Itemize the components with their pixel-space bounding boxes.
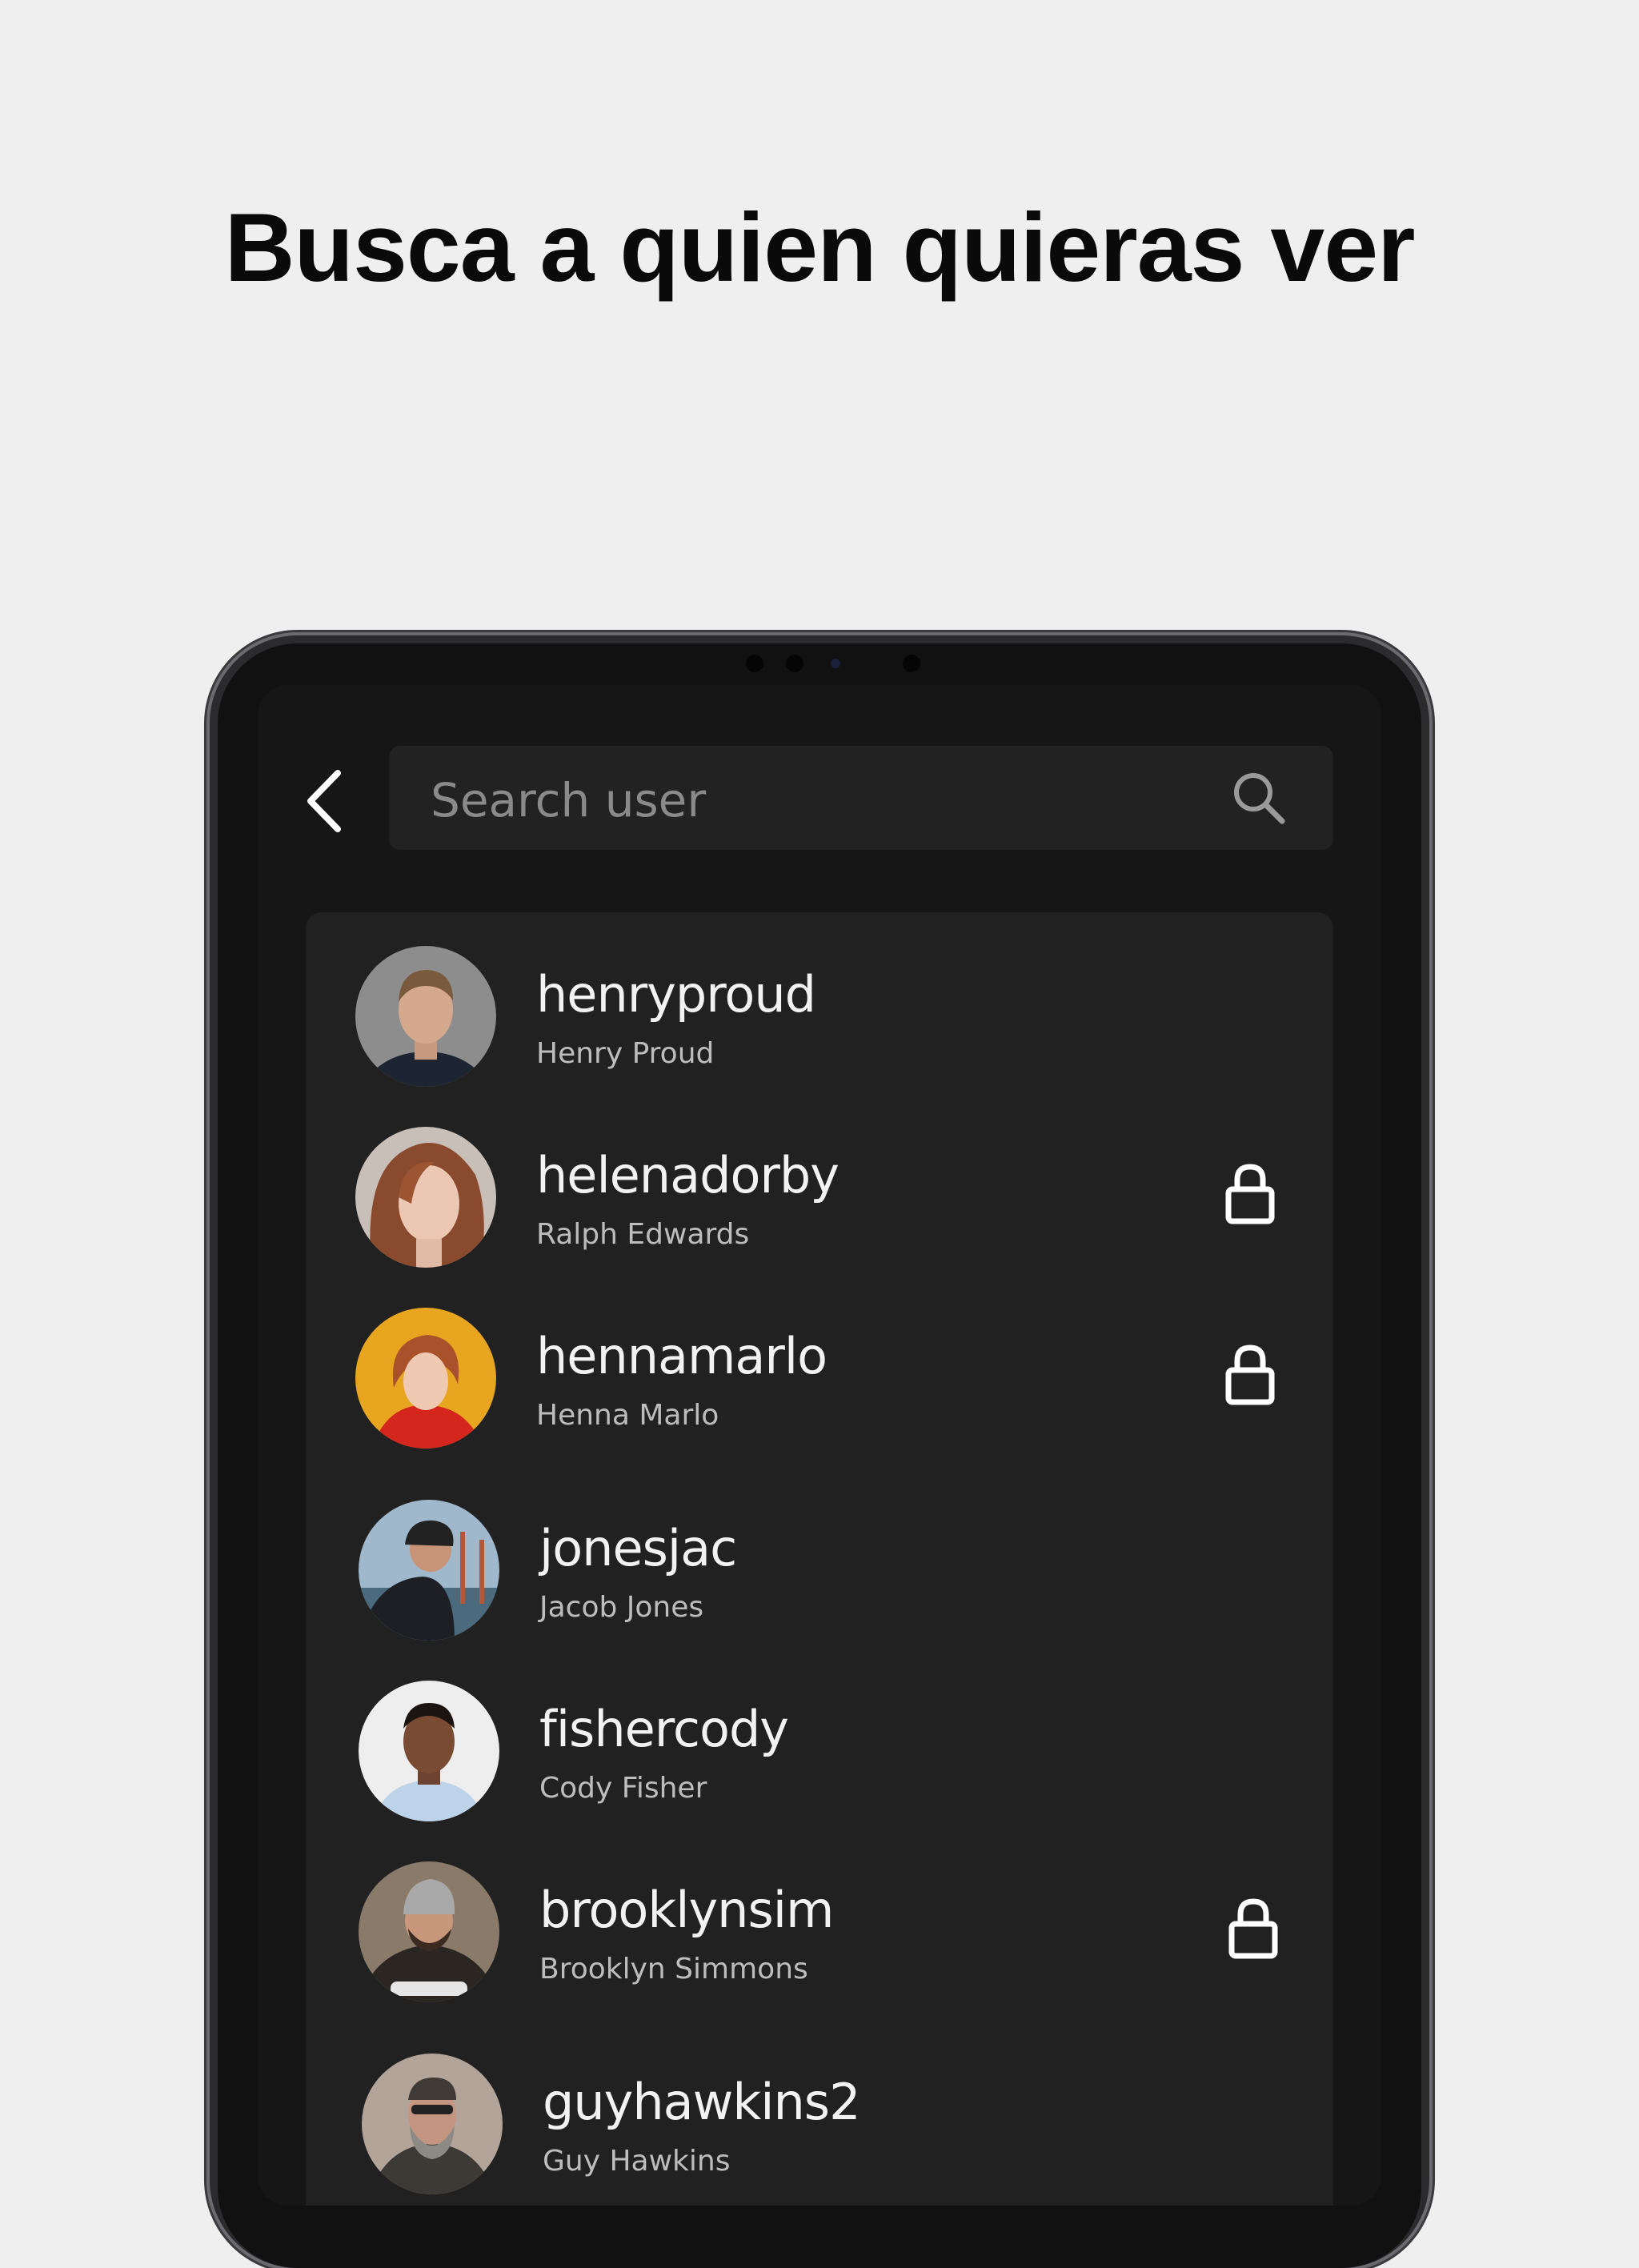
avatar	[355, 1308, 496, 1449]
full-name: Guy Hawkins	[543, 2145, 731, 2178]
avatar	[362, 2054, 503, 2194]
avatar	[359, 1500, 499, 1641]
search-icon[interactable]	[1229, 768, 1288, 827]
user-list: henryproud Henry Proud helenadorby Ralph…	[306, 912, 1333, 2206]
back-button[interactable]	[298, 765, 354, 837]
user-row[interactable]: brooklynsim Brooklyn Simmons	[306, 1861, 1333, 2014]
page-headline: Busca a quien quieras ver	[224, 193, 1415, 302]
full-name: Brooklyn Simmons	[539, 1953, 808, 1986]
user-row[interactable]: henryproud Henry Proud	[306, 946, 1333, 1098]
avatar	[359, 1861, 499, 2002]
username: helenadorby	[536, 1146, 840, 1204]
avatar	[355, 1127, 496, 1268]
avatar	[359, 1681, 499, 1821]
camera-lens	[831, 659, 840, 668]
username: hennamarlo	[536, 1327, 828, 1385]
app-screen: Search user henryproud Henry Proud helen…	[258, 685, 1381, 2206]
username: fishercody	[539, 1700, 789, 1758]
avatar	[355, 946, 496, 1087]
full-name: Henry Proud	[536, 1037, 715, 1070]
lock-icon	[1228, 1898, 1278, 1959]
chevron-left-icon	[307, 770, 341, 832]
user-row[interactable]: helenadorby Ralph Edwards	[306, 1127, 1333, 1279]
username: henryproud	[536, 965, 816, 1024]
username: brooklynsim	[539, 1881, 834, 1939]
username: jonesjac	[539, 1519, 737, 1577]
camera-dot	[903, 655, 920, 672]
camera-dot	[746, 655, 763, 672]
user-row[interactable]: jonesjac Jacob Jones	[306, 1500, 1333, 1652]
user-row[interactable]: fishercody Cody Fisher	[306, 1681, 1333, 1833]
full-name: Ralph Edwards	[536, 1218, 750, 1251]
lock-icon	[1225, 1344, 1275, 1405]
user-row[interactable]: hennamarlo Henna Marlo	[306, 1308, 1333, 1460]
full-name: Jacob Jones	[539, 1591, 704, 1624]
full-name: Cody Fisher	[539, 1772, 707, 1805]
username: guyhawkins2	[543, 2073, 861, 2131]
camera-dot	[786, 655, 803, 672]
search-bar[interactable]: Search user	[389, 746, 1333, 850]
user-row[interactable]: guyhawkins2 Guy Hawkins	[306, 2054, 1333, 2206]
lock-icon	[1225, 1164, 1275, 1224]
full-name: Henna Marlo	[536, 1399, 719, 1432]
search-input[interactable]: Search user	[431, 773, 706, 827]
